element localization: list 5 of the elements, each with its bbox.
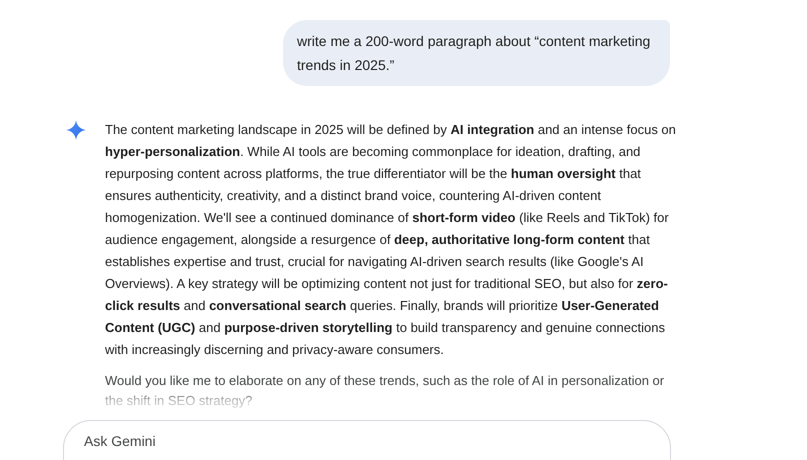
input-field[interactable]: Ask Gemini (63, 420, 671, 460)
user-message: write me a 200-word paragraph about “content marketing trends in 2025.” (283, 20, 670, 86)
sparkle-icon (66, 120, 86, 140)
response-paragraph: Would you like me to elaborate on any of these trends, such as the role of AI in personalization or the shift in SEO strategy? (105, 372, 666, 410)
response-paragraph: The content marketing landscape in 2025 will be defined by AI integration and an intense focus on hyper-personalization. While AI tools are becoming commonplace for ideation, drafting, and repurposing content across platforms, the true differentiator will be the human oversight that ensures authenticity, creativity, and a distinct brand voice, countering AI-driven content homogenization. We'll see a continued dominance of short-form video (like Reels and TikTok) for audience engagement, alongside a resurgence of deep, authoritative long-form content that establishes expertise and trust, crucial for navigating AI-driven search results (like Google's AI Overviews). A key strategy will be optimizing content not just for traditional SEO, but also for zero-click results and conversational search queries. Finally, brands will prioritize User-Generated Content (UGC) and purpose-driven storytelling to build transparency and genuine connections with increasingly discerning and privacy-aware consumers. (105, 121, 677, 359)
